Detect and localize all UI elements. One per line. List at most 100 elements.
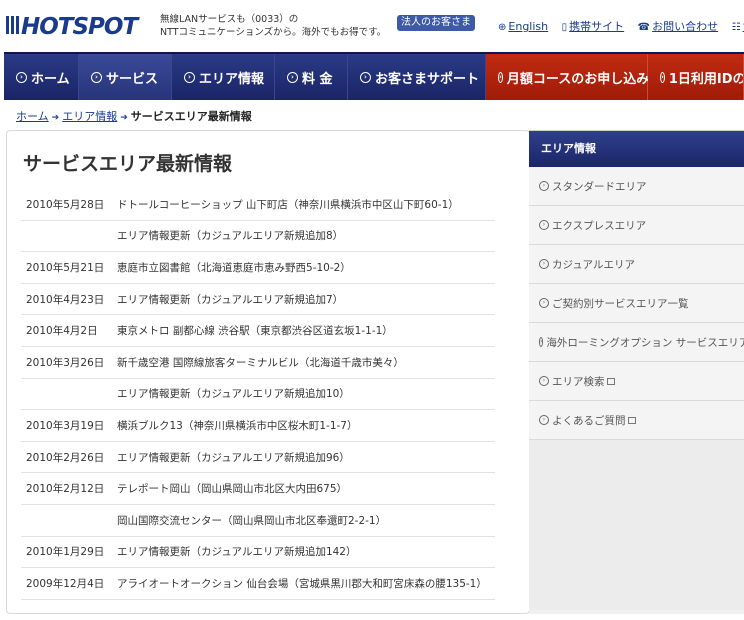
- chevron-right-icon: ›: [539, 181, 549, 191]
- news-date: 2010年4月23日: [26, 293, 105, 306]
- sidebar-item-label: スタンダードエリア: [552, 180, 647, 193]
- sidebar-item-label: よくあるご質問: [552, 414, 626, 427]
- chevron-right-icon: ›: [184, 71, 195, 83]
- sidebar-filler: [529, 440, 744, 610]
- news-date: 2010年3月19日: [26, 419, 105, 432]
- chevron-right-icon: ›: [498, 71, 503, 83]
- news-date: 2010年5月28日: [26, 198, 105, 211]
- global-nav: › ホーム › サービス › エリア情報 › 料 金 › お客さまサポート › 月額コースの…: [4, 52, 744, 100]
- contact-link[interactable]: お問い合わせ: [652, 20, 718, 33]
- news-row: 2010年3月19日 横浜ブルク13（神奈川県横浜市中区桜木町1-1-7）: [21, 410, 495, 442]
- nav-pricing[interactable]: › 料 金: [275, 54, 348, 100]
- tagline-line2: NTTコミュニケーションズから。海外でもお得です。: [160, 27, 387, 38]
- chevron-right-icon: ›: [91, 71, 102, 83]
- news-text: アライオートオークション 仙台会場（宮城県黒川郡大和町宮床森の腰135-1）: [117, 577, 487, 590]
- svg-text:HOTSPOT: HOTSPOT: [21, 14, 140, 38]
- news-text: エリア情報更新（カジュアルエリア新規追加10）: [117, 388, 350, 401]
- news-row: 2009年12月4日 アライオートオークション 仙台会場（宮城県黒川郡大和町宮床森…: [21, 568, 495, 600]
- sidebar-heading: エリア情報: [529, 131, 744, 167]
- news-row: 岡山国際交流センター（岡山県岡山市北区奉還町2-2-1）: [21, 505, 495, 537]
- nav-label: 料 金: [302, 71, 333, 87]
- sidebar: エリア情報 › スタンダードエリア › エクスプレスエリア › カジュアルエリア › ご…: [529, 130, 744, 614]
- main-content: サービスエリア最新情報 2010年5月28日 ドトールコーヒーショップ 山下町店（…: [6, 130, 530, 614]
- news-text: 横浜ブルク13（神奈川県横浜市中区桜木町1-1-7）: [117, 419, 358, 432]
- news-row: 2010年5月21日 恵庭市立図書館（北海道恵庭市恵み野西5-10-2）: [21, 252, 495, 284]
- news-row: 2010年2月26日 エリア情報更新（カジュアルエリア新規追加96）: [21, 442, 495, 474]
- news-date: 2010年1月29日: [26, 546, 105, 559]
- nav-monthly-signup[interactable]: › 月額コースのお申し込み: [486, 54, 649, 100]
- chevron-right-icon: ›: [539, 376, 549, 386]
- nav-label: 1日利用IDの: [668, 71, 744, 87]
- chevron-right-icon: ›: [539, 298, 549, 308]
- sidebar-item-label: ご契約別サービスエリア一覧: [552, 297, 689, 310]
- news-text: エリア情報更新（カジュアルエリア新規追加96）: [117, 451, 350, 464]
- news-date: 2010年2月26日: [26, 451, 105, 464]
- mobile-icon: ▯: [561, 22, 568, 33]
- breadcrumb: ホーム ➔ エリア情報 ➔ サービスエリア最新情報: [16, 108, 252, 124]
- sidebar-item-faq[interactable]: › よくあるご質問: [529, 401, 744, 440]
- chevron-right-icon: ›: [539, 337, 544, 347]
- header-tagline: 無線LANサービスも（0033）の NTTコミュニケーションズから。海外でもお得…: [160, 13, 386, 39]
- nav-label: サービス: [106, 71, 159, 87]
- sidebar-item-contract-area-list[interactable]: › ご契約別サービスエリア一覧: [529, 284, 744, 323]
- news-row: エリア情報更新（カジュアルエリア新規追加8）: [21, 221, 495, 253]
- mobile-site-link[interactable]: 携帯サイト: [569, 20, 624, 33]
- news-text: エリア情報更新（カジュアルエリア新規追加8）: [117, 230, 344, 243]
- news-text: 恵庭市立図書館（北海道恵庭市恵み野西5-10-2）: [117, 261, 351, 274]
- chevron-right-icon: ›: [287, 71, 298, 83]
- news-text: エリア情報更新（カジュアルエリア新規追加142）: [117, 546, 357, 559]
- breadcrumb-current: サービスエリア最新情報: [130, 110, 252, 123]
- nav-support[interactable]: › お客さまサポート: [348, 54, 486, 100]
- sidebar-item-label: エクスプレスエリア: [552, 219, 647, 232]
- arrow-right-icon: ➔: [120, 113, 128, 123]
- sidebar-item-express-area[interactable]: › エクスプレスエリア: [529, 206, 744, 245]
- new-window-icon: [606, 377, 615, 385]
- nav-label: お客さまサポート: [375, 71, 480, 87]
- chevron-right-icon: ›: [539, 220, 549, 230]
- news-text: ドトールコーヒーショップ 山下町店（神奈川県横浜市中区山下町60-1）: [117, 198, 459, 211]
- nav-label: ホーム: [31, 71, 70, 87]
- breadcrumb-area[interactable]: エリア情報: [62, 110, 117, 123]
- breadcrumb-home[interactable]: ホーム: [16, 110, 49, 123]
- news-row: エリア情報更新（カジュアルエリア新規追加10）: [21, 379, 495, 411]
- site-header: HOTSPOT 無線LANサービスも（0033）の NTTコミュニケーションズか…: [0, 0, 744, 52]
- phone-icon: ☎: [637, 22, 651, 33]
- news-row: 2010年5月28日 ドトールコーヒーショップ 山下町店（神奈川県横浜市中区山下町…: [21, 189, 495, 221]
- news-date: 2010年5月21日: [26, 261, 105, 274]
- english-link[interactable]: English: [508, 20, 548, 33]
- nav-service[interactable]: › サービス: [79, 54, 172, 100]
- news-text: 新千歳空港 国際線旅客ターミナルビル（北海道千歳市美々）: [117, 356, 404, 369]
- nav-daily-id[interactable]: › 1日利用IDの: [648, 54, 744, 100]
- tagline-line1: 無線LANサービスも（0033）の: [160, 14, 299, 25]
- chevron-right-icon: ›: [539, 259, 549, 269]
- news-text: 東京メトロ 副都心線 渋谷駅（東京都渋谷区道玄坂1-1-1）: [117, 325, 393, 338]
- chevron-right-icon: ›: [539, 415, 549, 425]
- sidebar-item-standard-area[interactable]: › スタンダードエリア: [529, 167, 744, 206]
- globe-icon: ⊕: [498, 22, 507, 33]
- corporate-button[interactable]: 法人のお客さま: [397, 15, 475, 31]
- news-date: 2009年12月4日: [26, 577, 105, 590]
- news-row: 2010年4月2日 東京メトロ 副都心線 渋谷駅（東京都渋谷区道玄坂1-1-1）: [21, 315, 495, 347]
- chevron-right-icon: ›: [660, 71, 665, 83]
- sidebar-item-casual-area[interactable]: › カジュアルエリア: [529, 245, 744, 284]
- news-text: テレポート岡山（岡山県岡山市北区大内田675）: [117, 483, 348, 496]
- hotspot-logo[interactable]: HOTSPOT: [6, 12, 152, 38]
- nav-area-info[interactable]: › エリア情報: [172, 54, 275, 100]
- chevron-right-icon: ›: [16, 71, 27, 83]
- sidebar-item-area-search[interactable]: › エリア検索: [529, 362, 744, 401]
- news-date: 2010年2月12日: [26, 483, 105, 496]
- utility-links: ⊕English ▯携帯サイト ☎お問い合わせ ☷サ: [498, 18, 744, 34]
- news-row: 2010年3月26日 新千歳空港 国際線旅客ターミナルビル（北海道千歳市美々）: [21, 347, 495, 379]
- nav-label: エリア情報: [199, 71, 265, 87]
- sidebar-item-label: カジュアルエリア: [552, 258, 635, 271]
- news-text: 岡山国際交流センター（岡山県岡山市北区奉還町2-2-1）: [117, 514, 387, 527]
- nav-home[interactable]: › ホーム: [4, 54, 79, 100]
- news-date: 2010年3月26日: [26, 356, 105, 369]
- sidebar-item-roaming-area[interactable]: › 海外ローミングオプション サービスエリア: [529, 323, 744, 362]
- chevron-right-icon: ›: [360, 71, 371, 83]
- arrow-right-icon: ➔: [51, 113, 60, 123]
- sitemap-icon: ☷: [731, 22, 741, 33]
- news-list: 2010年5月28日 ドトールコーヒーショップ 山下町店（神奈川県横浜市中区山下町…: [21, 189, 495, 600]
- news-row: 2010年2月12日 テレポート岡山（岡山県岡山市北区大内田675）: [21, 473, 495, 505]
- news-date: 2010年4月2日: [26, 325, 98, 338]
